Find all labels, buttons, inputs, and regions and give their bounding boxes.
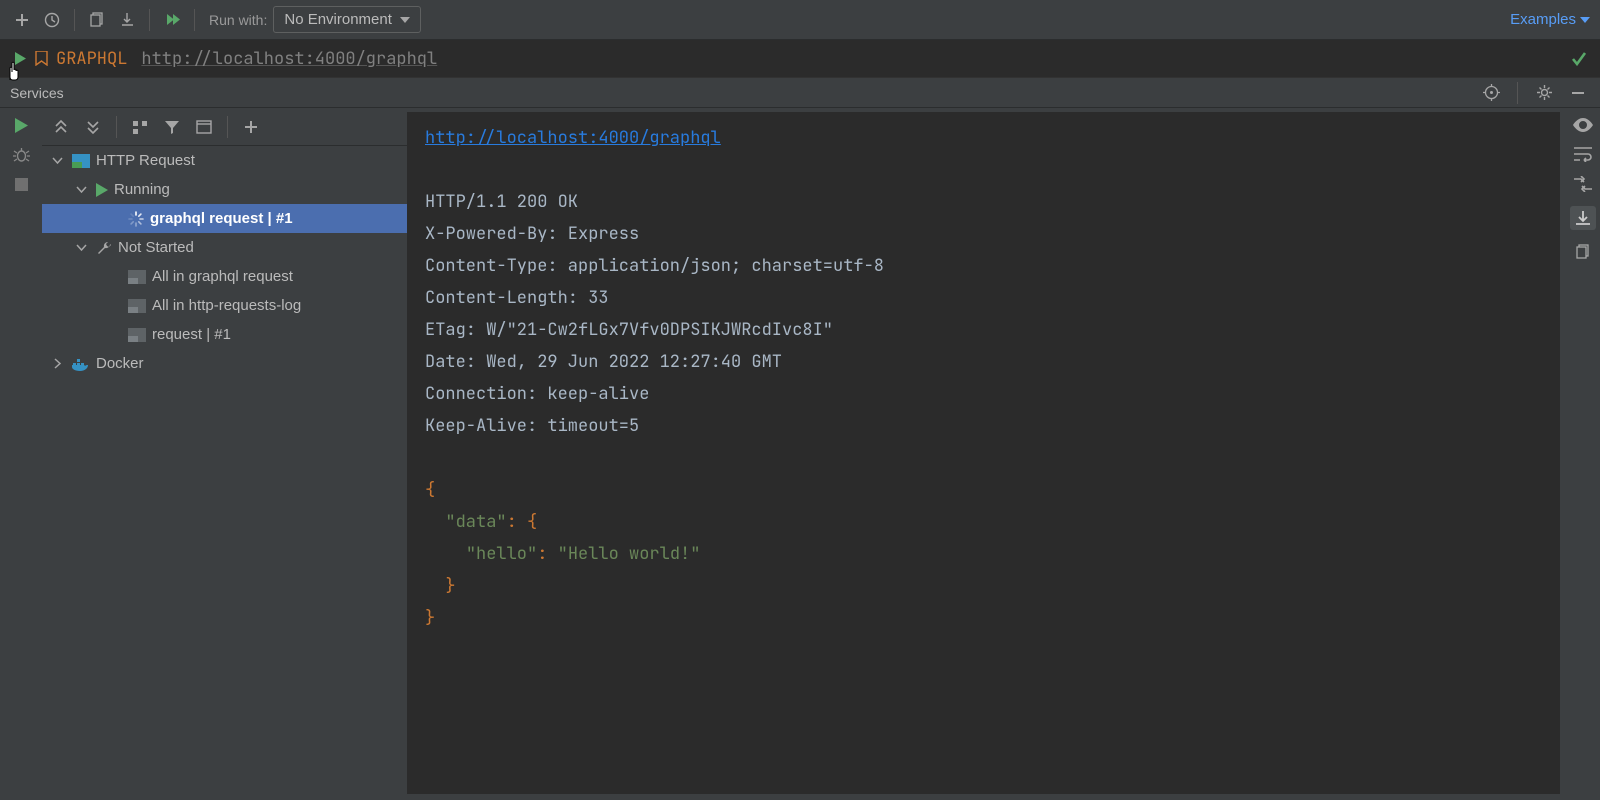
group-icon[interactable] (127, 114, 153, 140)
api-icon (128, 270, 146, 284)
request-editor-line[interactable]: GRAPHQL http://localhost:4000/graphql (0, 40, 1600, 78)
environment-selector[interactable]: No Environment (273, 6, 421, 33)
json-line: } (425, 570, 1542, 602)
response-header-line: HTTP/1.1 200 OK (425, 186, 1542, 218)
run-gutter-icon[interactable] (8, 52, 32, 65)
http-method: GRAPHQL (56, 48, 127, 70)
separator (1517, 82, 1518, 104)
open-window-icon[interactable] (191, 114, 217, 140)
import-icon[interactable] (115, 8, 139, 32)
run-with-label: Run with: (209, 12, 267, 28)
separator (116, 116, 117, 138)
api-icon (128, 328, 146, 342)
services-tree-panel: HTTP Request Running graphql request | #… (42, 108, 407, 800)
tree-node-ns-item[interactable]: All in graphql request (42, 262, 407, 291)
response-url[interactable]: http://localhost:4000/graphql (425, 127, 721, 149)
json-line: } (425, 602, 1542, 634)
docker-icon (72, 357, 90, 371)
stop-icon[interactable] (15, 178, 28, 191)
save-icon[interactable] (1570, 206, 1596, 230)
separator (149, 9, 150, 31)
tree-node-http-request[interactable]: HTTP Request (42, 146, 407, 175)
history-icon[interactable] (40, 8, 64, 32)
request-url[interactable]: http://localhost:4000/graphql (141, 48, 437, 70)
chevron-down-icon (52, 155, 66, 166)
json-line: "hello": "Hello world!" (425, 538, 1542, 570)
api-icon (128, 299, 146, 313)
tree-toolbar (42, 108, 407, 146)
response-header-line: X-Powered-By: Express (425, 218, 1542, 250)
target-icon[interactable] (1479, 81, 1503, 105)
response-header-line: Content-Length: 33 (425, 282, 1542, 314)
separator (194, 9, 195, 31)
play-icon (96, 183, 108, 197)
api-icon (72, 154, 90, 168)
add-icon[interactable] (10, 8, 34, 32)
response-viewer: http://localhost:4000/graphql HTTP/1.1 2… (407, 112, 1560, 794)
run-all-icon[interactable] (160, 8, 184, 32)
response-right-rail (1566, 108, 1600, 800)
response-header-line: Connection: keep-alive (425, 378, 1542, 410)
expand-all-icon[interactable] (48, 114, 74, 140)
json-line: { (425, 474, 1542, 506)
response-header-line: ETag: W/"21-Cw2fLGx7Vfv0DPSIKJWRcdIvc8I" (425, 314, 1542, 346)
wrench-icon (96, 240, 112, 256)
status-ok-icon (1570, 50, 1588, 68)
minimize-icon[interactable] (1566, 81, 1590, 105)
examples-label: Examples (1510, 11, 1576, 28)
response-header-line: Keep-Alive: timeout=5 (425, 410, 1542, 442)
tree-label: graphql request | #1 (150, 210, 293, 227)
tree-node-not-started[interactable]: Not Started (42, 233, 407, 262)
chevron-right-icon (52, 358, 66, 369)
services-panel-body: HTTP Request Running graphql request | #… (0, 108, 1600, 800)
add-service-icon[interactable] (238, 114, 264, 140)
eye-icon[interactable] (1573, 118, 1593, 132)
tree-node-ns-item[interactable]: All in http-requests-log (42, 291, 407, 320)
json-line: "data": { (425, 506, 1542, 538)
tree-node-running[interactable]: Running (42, 175, 407, 204)
tree-node-ns-item[interactable]: request | #1 (42, 320, 407, 349)
tree-node-docker[interactable]: Docker (42, 349, 407, 378)
loading-spinner-icon (128, 211, 144, 227)
examples-link[interactable]: Examples (1510, 11, 1590, 28)
env-selected-value: No Environment (284, 11, 392, 28)
gear-icon[interactable] (1532, 81, 1556, 105)
bookmark-icon[interactable] (32, 51, 50, 66)
tree-label: HTTP Request (96, 152, 195, 169)
separator (74, 9, 75, 31)
diff-icon[interactable] (1574, 176, 1592, 192)
response-header-line: Content-Type: application/json; charset=… (425, 250, 1542, 282)
run-icon[interactable] (15, 118, 28, 133)
tree-label: All in http-requests-log (152, 297, 301, 314)
main-toolbar: Run with: No Environment Examples (0, 0, 1600, 40)
tree-label: Docker (96, 355, 144, 372)
chevron-down-icon (76, 184, 90, 195)
tree-node-active-request[interactable]: graphql request | #1 (42, 204, 407, 233)
services-tree: HTTP Request Running graphql request | #… (42, 146, 407, 800)
services-panel-header: Services (0, 78, 1600, 108)
tree-label: Running (114, 181, 170, 198)
response-header-line: Date: Wed, 29 Jun 2022 12:27:40 GMT (425, 346, 1542, 378)
tree-label: All in graphql request (152, 268, 293, 285)
chevron-down-icon (1580, 17, 1590, 23)
services-action-gutter (0, 108, 42, 800)
separator (227, 116, 228, 138)
wrap-icon[interactable] (1574, 146, 1592, 162)
collapse-all-icon[interactable] (80, 114, 106, 140)
tree-label: Not Started (118, 239, 194, 256)
debug-icon[interactable] (13, 147, 30, 164)
services-title: Services (10, 85, 64, 101)
copy-response-icon[interactable] (1576, 244, 1591, 259)
chevron-down-icon (400, 17, 410, 23)
chevron-down-icon (76, 242, 90, 253)
filter-icon[interactable] (159, 114, 185, 140)
copy-icon[interactable] (85, 8, 109, 32)
tree-label: request | #1 (152, 326, 231, 343)
